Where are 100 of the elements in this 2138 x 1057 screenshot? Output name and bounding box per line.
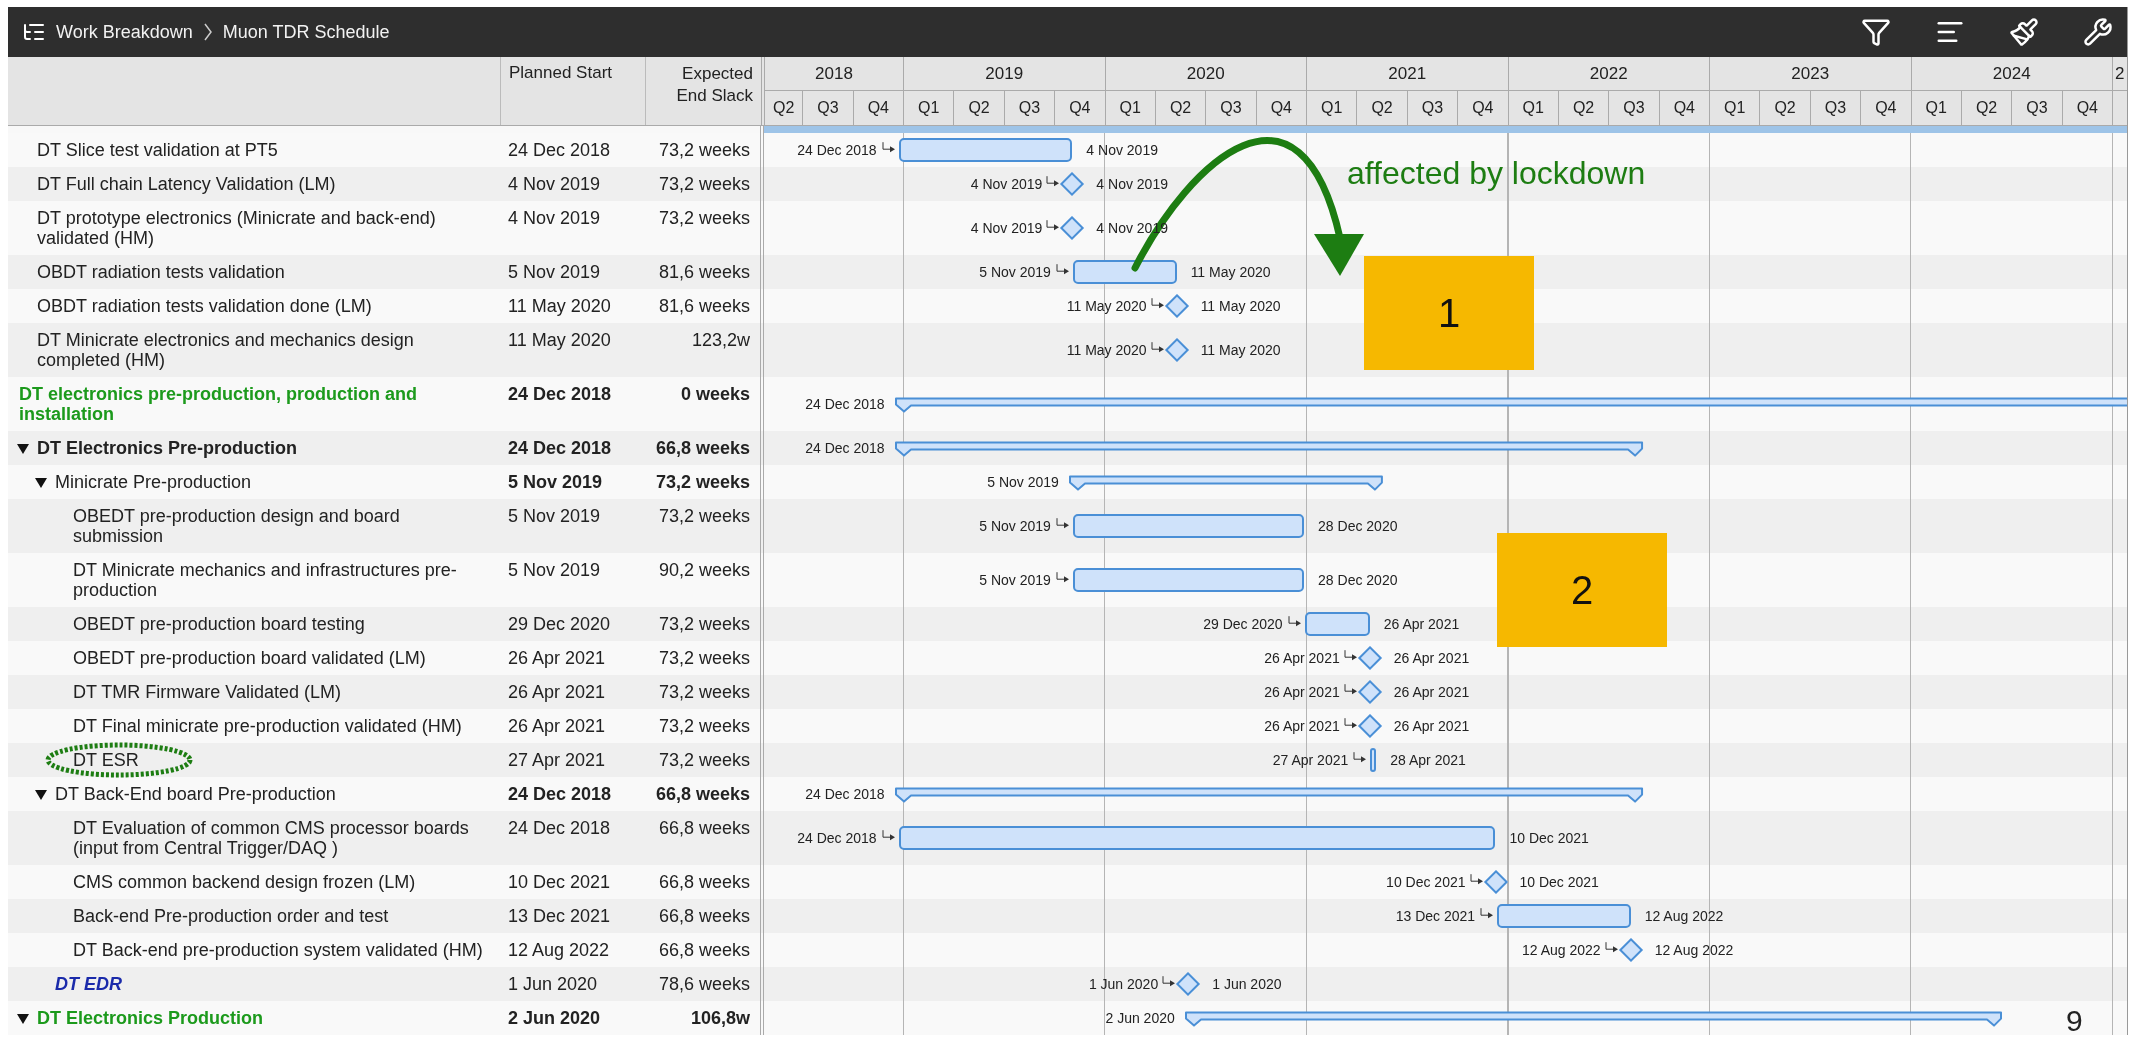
- start-date-label: 13 Dec 2021: [1395, 908, 1476, 924]
- task-name[interactable]: Back-end Pre-production order and test: [73, 906, 389, 926]
- summary-bar[interactable]: [894, 441, 1643, 458]
- task-name[interactable]: DT prototype electronics (Minicrate and back-end) validated (HM): [37, 208, 492, 248]
- task-name[interactable]: DT Electronics Pre-production: [37, 438, 298, 458]
- planned-start-cell-text: 24 Dec 2018: [507, 783, 613, 806]
- breadcrumb-item[interactable]: Work Breakdown: [56, 21, 193, 43]
- disclosure-triangle-icon[interactable]: [34, 789, 48, 801]
- start-date-label: 11 May 2020: [1066, 342, 1147, 358]
- quarter-header: Q3: [1609, 91, 1660, 125]
- task-bar[interactable]: [898, 138, 1073, 162]
- task-name[interactable]: DT Evaluation of common CMS processor boards (input from Central Trigger/DAQ ): [73, 818, 492, 858]
- arrow-icon: [1162, 974, 1177, 989]
- brush-icon[interactable]: [2009, 17, 2039, 47]
- summary-bar[interactable]: [1068, 475, 1383, 492]
- quarter-header: Q1: [1307, 91, 1358, 125]
- summary-bar[interactable]: [1184, 1011, 2002, 1028]
- task-name[interactable]: DT Full chain Latency Validation (LM): [37, 174, 336, 194]
- task-bar[interactable]: [898, 826, 1496, 850]
- task-name[interactable]: DT Minicrate electronics and mechanics design completed (HM): [37, 330, 492, 370]
- numbered-callout: 2: [1497, 533, 1667, 647]
- arrow-icon: [1480, 906, 1495, 921]
- year-header: 2023: [1710, 57, 1912, 90]
- end-date-label: 4 Nov 2019: [1096, 176, 1168, 192]
- quarter-header: Q4: [1055, 91, 1106, 125]
- disclosure-triangle-icon[interactable]: [16, 1013, 30, 1025]
- task-name[interactable]: CMS common backend design frozen (LM): [73, 872, 416, 892]
- start-date-label: 2 Jun 2020: [1105, 1010, 1175, 1026]
- start-date-label: 5 Nov 2019: [979, 572, 1051, 588]
- task-name[interactable]: OBDT radiation tests validation done (LM): [37, 296, 372, 316]
- wrench-icon[interactable]: [2083, 17, 2113, 47]
- slack-cell: 106,8w: [645, 1001, 764, 1035]
- task-bar[interactable]: [1370, 748, 1377, 772]
- quarter-header: Q3: [2012, 91, 2063, 125]
- task-name[interactable]: DT electronics pre-production, production and installation: [19, 384, 492, 424]
- quarter-header: Q2: [1961, 91, 2013, 125]
- disclosure-triangle-icon[interactable]: [16, 443, 30, 455]
- arrow-icon: [1150, 296, 1165, 311]
- quarter-header: Q1: [904, 91, 955, 125]
- task-name[interactable]: OBEDT pre-production board testing: [73, 614, 365, 634]
- quarter-header: Q3: [1407, 91, 1459, 125]
- task-name[interactable]: OBDT radiation tests validation: [37, 262, 285, 282]
- end-date-label: 12 Aug 2022: [1654, 942, 1734, 958]
- task-bar[interactable]: [1072, 568, 1305, 592]
- arrow-icon: [1353, 750, 1368, 765]
- task-name[interactable]: DT EDR: [55, 974, 122, 994]
- end-date-label: 28 Dec 2020: [1318, 518, 1398, 534]
- start-date-label: 29 Dec 2020: [1203, 616, 1283, 632]
- quarter-header: Q1: [1710, 91, 1761, 125]
- task-name[interactable]: DT Back-end pre-production system validated (HM): [73, 940, 483, 960]
- task-name[interactable]: DT TMR Firmware Validated (LM): [73, 682, 342, 702]
- arrow-icon: [1046, 218, 1061, 233]
- planned-start-cell-text: 13 Dec 2021: [507, 905, 612, 928]
- planned-start-cell-text: 12 Aug 2022: [507, 939, 611, 962]
- start-date-label: 11 May 2020: [1066, 298, 1147, 314]
- start-date-label: 5 Nov 2019: [987, 474, 1059, 490]
- task-name[interactable]: Minicrate Pre-production: [55, 472, 252, 492]
- quarter-header: Q3: [1810, 91, 1862, 125]
- task-name[interactable]: DT Final minicrate pre-production validated (HM): [73, 716, 462, 736]
- task-name[interactable]: DT Back-End board Pre-production: [55, 784, 336, 804]
- arrow-icon: [1469, 872, 1484, 887]
- year-header: 2: [2114, 62, 2126, 85]
- quarter-header: Q4: [853, 91, 904, 125]
- quarter-header: Q3: [1004, 91, 1056, 125]
- chevron-icon: [202, 23, 213, 41]
- column-header[interactable]: Expected End Slack: [663, 63, 753, 119]
- planned-start-cell-text: 4 Nov 2019: [507, 173, 602, 196]
- quarter-header: Q1: [1911, 91, 1962, 125]
- task-bar[interactable]: [1072, 514, 1305, 538]
- quarter-header: Q2: [765, 91, 804, 125]
- task-bar[interactable]: [1304, 612, 1370, 636]
- task-name[interactable]: OBEDT pre-production board validated (LM): [73, 648, 426, 668]
- quarter-header: Q2: [1760, 91, 1811, 125]
- start-date-label: 24 Dec 2018: [805, 440, 885, 456]
- summary-bar[interactable]: [894, 397, 2127, 414]
- task-name[interactable]: DT Electronics Production: [37, 1008, 264, 1028]
- task-bar[interactable]: [1072, 260, 1177, 284]
- arrow-icon: [1046, 174, 1061, 189]
- planned-start-cell-text: 27 Apr 2021: [507, 749, 607, 772]
- year-header: 2019: [904, 57, 1106, 90]
- column-header[interactable]: Planned Start: [509, 63, 612, 82]
- planned-start-cell-text: 24 Dec 2018: [507, 383, 613, 406]
- summary-bar[interactable]: [894, 787, 1643, 804]
- quarter-header: Q4: [2062, 91, 2113, 125]
- breadcrumb-item[interactable]: Muon TDR Schedule: [222, 21, 390, 43]
- end-date-label: 11 May 2020: [1190, 264, 1271, 280]
- task-name[interactable]: DT Slice test validation at PT5: [37, 140, 278, 160]
- end-date-label: 4 Nov 2019: [1086, 142, 1158, 158]
- planned-start-cell-text: 1 Jun 2020: [507, 973, 599, 996]
- task-bar[interactable]: [1497, 904, 1631, 928]
- disclosure-triangle-icon[interactable]: [34, 477, 48, 489]
- task-name[interactable]: OBEDT pre-production design and board submission: [73, 506, 492, 546]
- task-name[interactable]: DT Minicrate mechanics and infrastructures pre-production: [73, 560, 492, 600]
- planned-start-cell-text: 5 Nov 2019: [507, 505, 602, 528]
- end-date-label: 10 Dec 2021: [1509, 830, 1589, 846]
- filter-icon[interactable]: [1861, 17, 1891, 47]
- planned-start-cell-text: 29 Dec 2020: [507, 613, 612, 636]
- quarter-header: Q4: [1256, 91, 1307, 125]
- quarter-header: Q4: [1659, 91, 1710, 125]
- quarter-header: Q4: [1458, 91, 1509, 125]
